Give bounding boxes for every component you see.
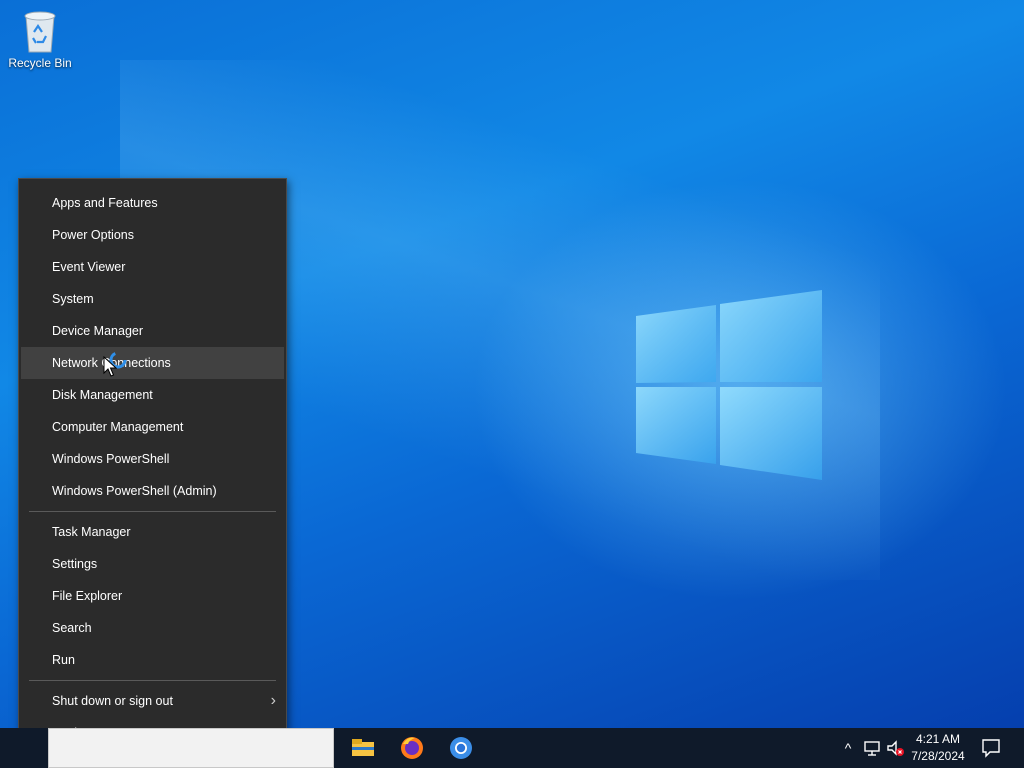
menu-item-apps-and-features[interactable]: Apps and Features [19, 187, 286, 219]
action-center-icon[interactable] [978, 736, 1004, 760]
menu-separator [29, 680, 276, 681]
menu-item-event-viewer[interactable]: Event Viewer [19, 251, 286, 283]
recycle-bin-label: Recycle Bin [8, 56, 72, 70]
taskbar: ^ 4:21 AM 7/28/2024 [0, 728, 1024, 768]
network-icon[interactable] [862, 738, 882, 758]
menu-item-device-manager[interactable]: Device Manager [19, 315, 286, 347]
menu-item-disk-management[interactable]: Disk Management [19, 379, 286, 411]
menu-item-task-manager[interactable]: Task Manager [19, 516, 286, 548]
desktop: Recycle Bin Apps and Features Power Opti… [0, 0, 1024, 728]
menu-item-windows-powershell[interactable]: Windows PowerShell [19, 443, 286, 475]
firefox-icon[interactable] [397, 734, 427, 762]
windows-logo-wallpaper [636, 290, 822, 480]
menu-item-shut-down-or-sign-out[interactable]: Shut down or sign out › [19, 685, 286, 717]
menu-item-windows-powershell-admin[interactable]: Windows PowerShell (Admin) [19, 475, 286, 507]
menu-item-computer-management[interactable]: Computer Management [19, 411, 286, 443]
menu-item-file-explorer[interactable]: File Explorer [19, 580, 286, 612]
winx-context-menu: Apps and Features Power Options Event Vi… [18, 178, 287, 728]
mouse-pointer-icon [103, 356, 117, 377]
menu-item-system[interactable]: System [19, 283, 286, 315]
menu-item-run[interactable]: Run [19, 644, 286, 676]
chevron-right-icon: › [270, 692, 276, 709]
chevron-up-icon[interactable]: ^ [838, 738, 858, 758]
menu-item-power-options[interactable]: Power Options [19, 219, 286, 251]
menu-item-desktop[interactable]: Desktop [19, 717, 286, 728]
menu-item-settings[interactable]: Settings [19, 548, 286, 580]
taskbar-clock[interactable]: 4:21 AM 7/28/2024 [906, 731, 970, 765]
file-explorer-icon[interactable] [348, 734, 378, 762]
start-button[interactable] [0, 728, 48, 768]
recycle-bin-shortcut[interactable]: Recycle Bin [4, 6, 76, 76]
menu-item-search[interactable]: Search [19, 612, 286, 644]
menu-item-label: Shut down or sign out [52, 694, 173, 708]
clock-date: 7/28/2024 [911, 749, 965, 763]
chrome-icon[interactable] [446, 734, 476, 762]
taskbar-search-box[interactable] [48, 728, 334, 768]
clock-time: 4:21 AM [915, 732, 961, 746]
menu-item-network-connections[interactable]: Network Connections [21, 347, 284, 379]
volume-muted-icon[interactable] [885, 738, 905, 758]
menu-separator [29, 511, 276, 512]
recycle-bin-icon [24, 11, 56, 53]
